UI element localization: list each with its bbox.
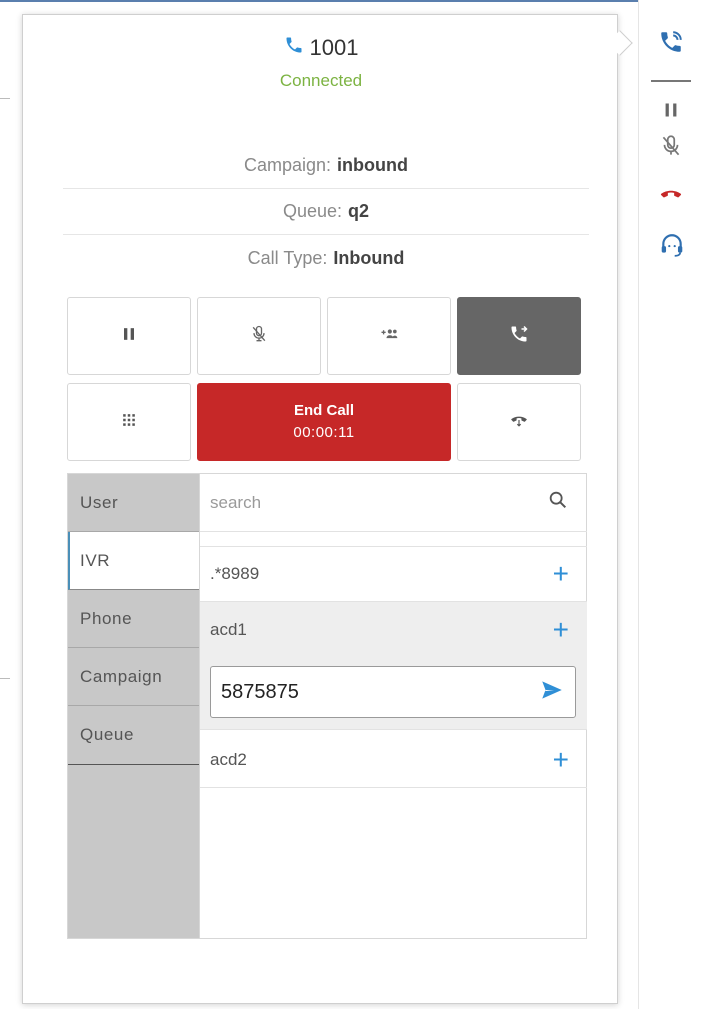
queue-value: q2 <box>348 201 370 221</box>
transfer-list: .*8989 + acd1 + acd2 + <box>199 474 587 938</box>
transfer-panel: User IVR Phone Campaign Queue .*8989 + a… <box>67 473 587 939</box>
window-top-border <box>0 0 702 2</box>
call-type-value: Inbound <box>333 247 405 268</box>
phone-transfer-icon[interactable] <box>657 28 685 56</box>
call-number: 1001 <box>309 35 359 60</box>
phone-forward-icon <box>509 324 529 349</box>
plus-icon[interactable]: + <box>553 560 569 588</box>
number-input-box <box>210 666 576 718</box>
tab-user[interactable]: User <box>68 474 199 532</box>
call-type-label: Call Type: <box>247 247 328 268</box>
list-item[interactable]: acd1 + <box>200 602 587 658</box>
dialpad-button[interactable] <box>67 383 191 461</box>
call-number-row: 1001 <box>284 35 359 61</box>
search-input[interactable] <box>210 492 547 513</box>
background-divider <box>0 678 10 679</box>
add-participant-button[interactable] <box>327 297 451 375</box>
queue-row: Queue: q2 <box>63 189 589 235</box>
background-divider <box>0 98 10 99</box>
search-row <box>200 474 587 532</box>
pause-icon[interactable] <box>657 96 685 124</box>
mic-off-icon <box>249 324 269 349</box>
tab-phone[interactable]: Phone <box>68 590 199 648</box>
dialpad-icon <box>119 410 139 435</box>
plus-icon[interactable]: + <box>553 745 569 774</box>
send-icon[interactable] <box>539 677 565 708</box>
phone-icon <box>284 35 304 61</box>
mute-icon[interactable] <box>657 132 685 160</box>
pause-icon <box>119 324 139 349</box>
queue-label: Queue: <box>282 201 343 221</box>
list-item-label: .*8989 <box>210 564 260 583</box>
call-header: 1001 Connected <box>23 35 619 91</box>
list-item[interactable]: .*8989 + <box>200 546 587 602</box>
search-icon[interactable] <box>547 489 569 516</box>
transfer-tabs: User IVR Phone Campaign Queue <box>68 474 199 938</box>
hold-button[interactable] <box>67 297 191 375</box>
headset-icon[interactable] <box>657 230 687 260</box>
campaign-row: Campaign: inbound <box>63 143 589 189</box>
list-item-label: acd1 <box>210 620 247 639</box>
add-people-icon <box>379 324 399 349</box>
call-timer: 00:00:11 <box>293 424 355 441</box>
call-type-row: Call Type: Inbound <box>63 235 589 281</box>
hangup-down-icon <box>509 410 529 435</box>
list-item[interactable]: acd2 + <box>200 732 587 788</box>
tab-queue[interactable]: Queue <box>68 706 199 764</box>
campaign-label: Campaign: <box>243 155 332 175</box>
tab-campaign[interactable]: Campaign <box>68 648 199 706</box>
tab-divider <box>68 764 199 765</box>
mute-button[interactable] <box>197 297 321 375</box>
plus-icon[interactable]: + <box>553 616 569 644</box>
right-toolbar <box>638 0 702 1009</box>
call-status: Connected <box>279 71 363 90</box>
campaign-value: inbound <box>337 155 409 175</box>
end-call-label: End Call <box>293 402 354 419</box>
call-panel: 1001 Connected Campaign: inbound Queue: … <box>22 14 618 1004</box>
list-item-label: acd2 <box>210 749 247 769</box>
hangup-transfer-button[interactable] <box>457 383 581 461</box>
phone-number-input[interactable] <box>221 680 539 704</box>
tab-ivr[interactable]: IVR <box>68 532 199 590</box>
toolbar-divider <box>651 80 691 82</box>
transfer-button[interactable] <box>457 297 581 375</box>
hangup-icon[interactable] <box>657 180 685 208</box>
end-call-button[interactable]: End Call 00:00:11 <box>197 383 451 461</box>
